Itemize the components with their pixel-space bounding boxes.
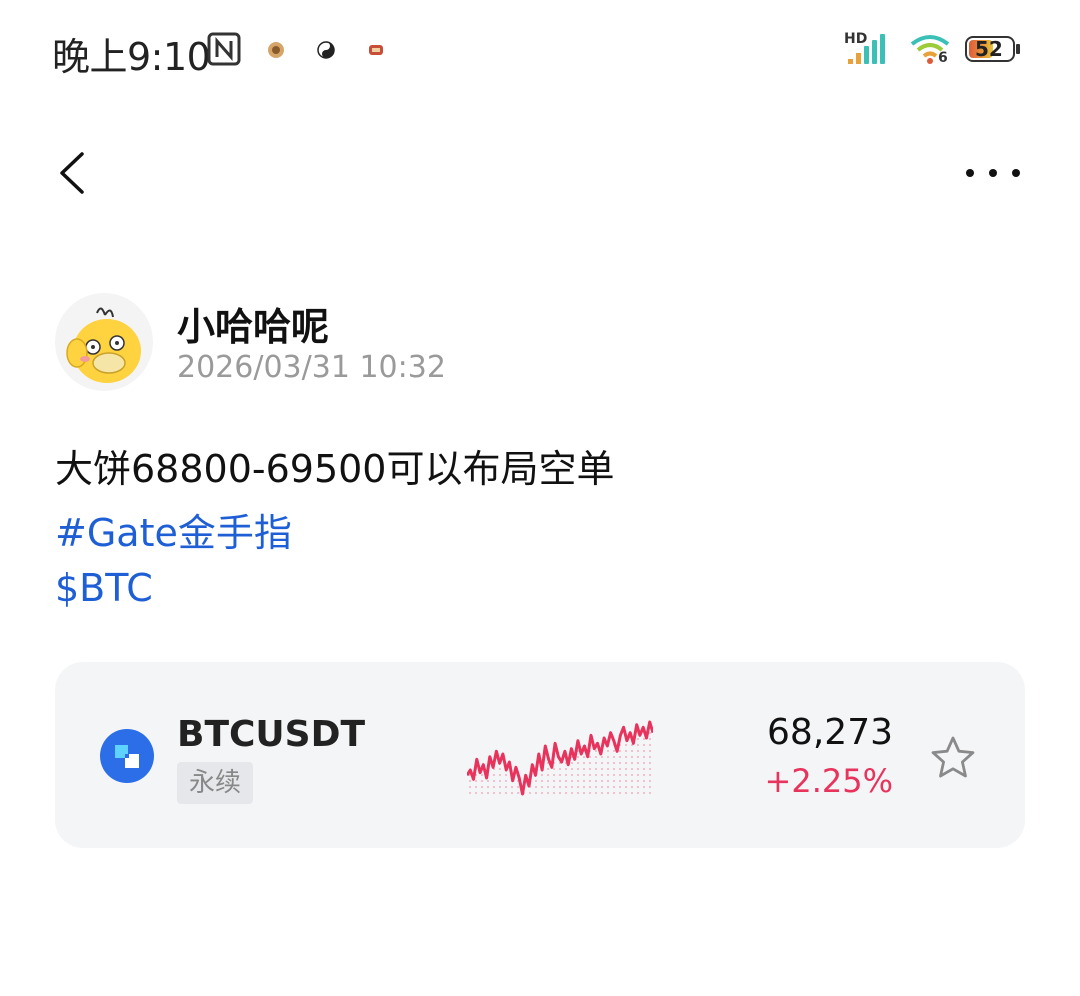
- last-price: 68,273: [767, 712, 893, 753]
- contract-type-badge: 永续: [177, 762, 254, 804]
- post-timestamp: 2026/03/31 10:32: [177, 350, 446, 385]
- coin-tag-link[interactable]: $BTC: [55, 566, 153, 610]
- battery-level: 52: [975, 37, 1003, 61]
- signal-icon: [848, 34, 885, 64]
- star-outline-icon[interactable]: [929, 734, 977, 782]
- duck-avatar-icon: [56, 294, 152, 390]
- pair-name: BTCUSDT: [177, 714, 366, 755]
- yin-yang-icon: [317, 41, 335, 59]
- more-dots-icon[interactable]: [958, 155, 1028, 195]
- notification-app-icon: [268, 42, 284, 58]
- status-time: 晚上9:10: [52, 35, 211, 79]
- price-change: +2.25%: [764, 762, 893, 800]
- wifi-status: 6: [908, 32, 952, 72]
- author-name[interactable]: 小哈哈呢: [177, 296, 329, 351]
- sparkline-chart: [467, 720, 653, 798]
- chevron-left-icon[interactable]: [50, 146, 100, 200]
- nfc-icon: [207, 32, 241, 66]
- notification-app-icon: [369, 45, 383, 55]
- wifi-label: 6: [938, 50, 948, 66]
- avatar[interactable]: [55, 293, 153, 391]
- battery-indicator: 52: [965, 36, 1021, 64]
- hashtag-link[interactable]: #Gate金手指: [55, 502, 292, 557]
- market-card[interactable]: BTCUSDT 永续 68,273 +2.25%: [55, 662, 1025, 848]
- post-text: 大饼68800-69500可以布局空单: [55, 447, 615, 491]
- coin-logo-icon: [100, 729, 154, 783]
